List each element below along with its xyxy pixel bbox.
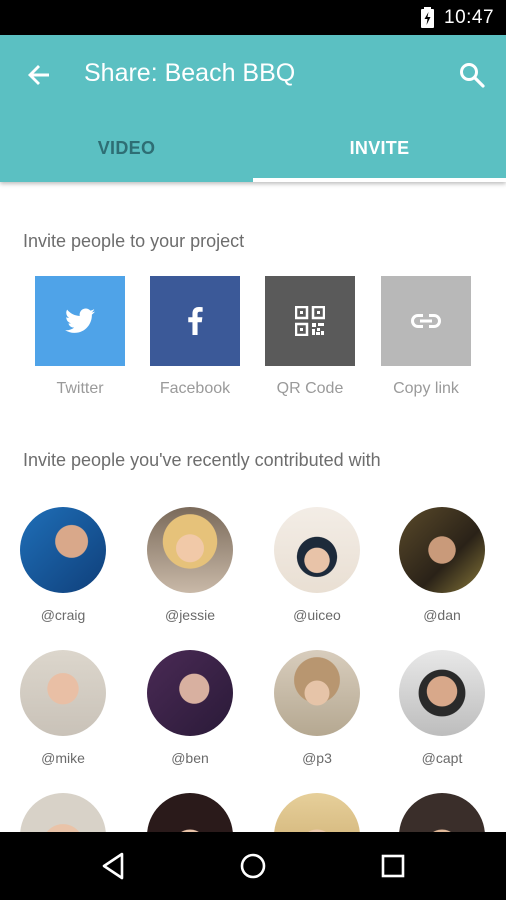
- handle-mike[interactable]: @mike: [3, 750, 123, 766]
- status-bar: 10:47: [0, 0, 506, 35]
- qr-code-share-button[interactable]: [265, 276, 355, 366]
- home-nav-icon[interactable]: [237, 850, 269, 882]
- handle-dan[interactable]: @dan: [382, 607, 502, 623]
- avatar-jessie[interactable]: [147, 507, 233, 593]
- handle-craig[interactable]: @craig: [3, 607, 123, 623]
- facebook-share-button[interactable]: [150, 276, 240, 366]
- handle-jessie[interactable]: @jessie: [130, 607, 250, 623]
- battery-charging-icon: [421, 7, 434, 28]
- search-icon[interactable]: [458, 61, 486, 89]
- avatar-mike[interactable]: [20, 650, 106, 736]
- copy-link-label: Copy link: [393, 380, 459, 397]
- avatar-capt[interactable]: [399, 650, 485, 736]
- link-icon: [411, 314, 441, 328]
- twitter-icon: [65, 308, 95, 333]
- handle-capt[interactable]: @capt: [382, 750, 502, 766]
- facebook-icon: [188, 307, 203, 335]
- tab-video[interactable]: VIDEO: [0, 127, 253, 182]
- back-nav-icon[interactable]: [98, 850, 130, 882]
- handle-uiceo[interactable]: @uiceo: [257, 607, 377, 623]
- invite-project-heading: Invite people to your project: [23, 231, 245, 251]
- avatar-p3[interactable]: [274, 650, 360, 736]
- twitter-share-button[interactable]: [35, 276, 125, 366]
- app-bar: Share: Beach BBQ VIDEO INVITE: [0, 35, 506, 182]
- tab-bar: VIDEO INVITE: [0, 127, 506, 182]
- recents-nav-icon[interactable]: [377, 850, 409, 882]
- tab-indicator: [253, 178, 506, 182]
- tab-invite[interactable]: INVITE: [253, 127, 506, 182]
- status-time: 10:47: [444, 7, 495, 28]
- avatar-craig[interactable]: [20, 507, 106, 593]
- handle-ben[interactable]: @ben: [130, 750, 250, 766]
- avatar-uiceo[interactable]: [274, 507, 360, 593]
- back-arrow-icon[interactable]: [25, 61, 53, 89]
- navigation-bar: [0, 832, 506, 900]
- twitter-label: Twitter: [56, 380, 104, 397]
- avatar-ben[interactable]: [147, 650, 233, 736]
- qr-code-label: QR Code: [276, 380, 344, 397]
- handle-p3[interactable]: @p3: [257, 750, 377, 766]
- copy-link-share-button[interactable]: [381, 276, 471, 366]
- avatar-dan[interactable]: [399, 507, 485, 593]
- qr-code-icon: [295, 306, 325, 336]
- facebook-label: Facebook: [159, 380, 231, 397]
- recent-contributors-heading: Invite people you've recently contribute…: [23, 450, 381, 470]
- page-title: Share: Beach BBQ: [84, 59, 296, 87]
